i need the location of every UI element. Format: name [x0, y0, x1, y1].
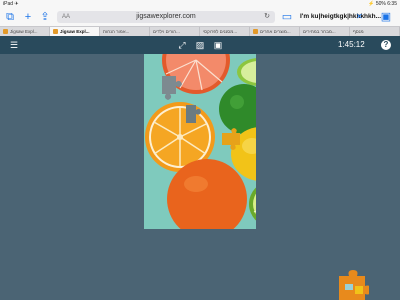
bookmarks-icon[interactable]: ▭: [281, 11, 293, 23]
pieces-tray-icon[interactable]: [335, 268, 369, 300]
preview-image-icon[interactable]: ▨: [194, 39, 206, 51]
puzzle-timer: 1:45:12: [338, 40, 365, 49]
menu-icon[interactable]: ☰: [8, 39, 20, 51]
reload-icon[interactable]: ↻: [264, 11, 270, 23]
tab-jigsaw-1[interactable]: Jigsaw Expl...: [0, 27, 50, 36]
jigsaw-favicon-icon: [53, 29, 58, 34]
site-favicon-icon: [253, 29, 258, 34]
tab-3[interactable]: אמור הנחות...: [100, 27, 150, 36]
share-icon[interactable]: ⇪: [39, 11, 51, 23]
puzzle-toolbar: ☰ ⤢ ▨ ▣ 1:45:12 ?: [0, 36, 400, 54]
reader-aa-button[interactable]: AA: [62, 11, 70, 23]
status-right: ⚡ 50% 6:35: [368, 1, 397, 7]
tab-7[interactable]: מבחר במחירים...: [300, 27, 350, 36]
tab-5[interactable]: מסננים לפרוקסי...: [200, 27, 250, 36]
tab-8[interactable]: מנסף: [350, 27, 400, 36]
tab-4[interactable]: הורים וילדים...: [150, 27, 200, 36]
url-text: jigsawexplorer.com: [136, 13, 196, 20]
ghost-image-icon[interactable]: ▣: [212, 39, 224, 51]
tab-bar: Jigsaw Expl... Jigsaw Expl... אמור הנחות…: [0, 26, 400, 36]
puzzle-board[interactable]: [144, 54, 256, 229]
status-bar: iPad ✈ ⚡ 50% 6:35: [0, 0, 400, 8]
help-icon[interactable]: ?: [381, 40, 391, 50]
jigsaw-favicon-icon: [3, 29, 8, 34]
new-tab-icon[interactable]: +: [22, 11, 34, 23]
page-title: I'm ku|heigtkgk|hkhkhkh...: [300, 13, 382, 20]
status-left: iPad ✈: [3, 1, 19, 7]
tab-6[interactable]: מוצרים אחרים...: [250, 27, 300, 36]
fullscreen-icon[interactable]: ⤢: [176, 39, 188, 51]
citrus-puzzle-image: [144, 54, 256, 229]
sidebar-icon[interactable]: ▣: [380, 11, 392, 23]
browser-toolbar: ⧉ + ⇪ AA jigsawexplorer.com ↻ ▭ I'm ku|h…: [0, 8, 400, 26]
address-bar[interactable]: AA jigsawexplorer.com ↻: [57, 11, 275, 23]
close-icon[interactable]: ✕: [356, 11, 363, 23]
tabs-overview-icon[interactable]: ⧉: [4, 11, 16, 23]
tab-jigsaw-2[interactable]: Jigsaw Expl...: [50, 27, 100, 36]
